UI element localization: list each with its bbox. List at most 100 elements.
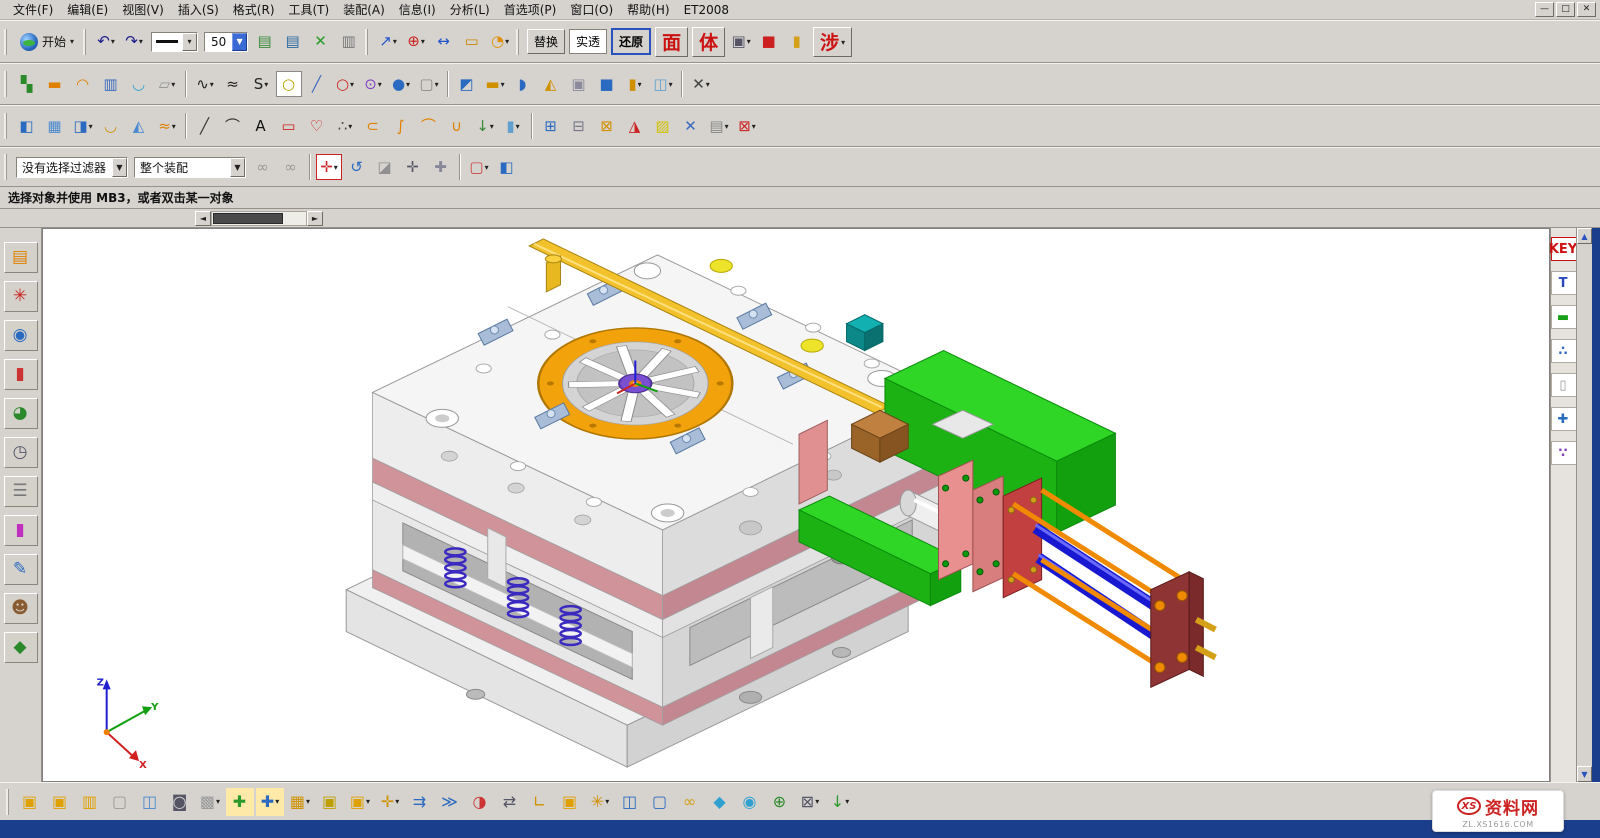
layer-settings-icon[interactable]: ▤ <box>280 29 306 55</box>
wave-interface-icon[interactable]: ◉ <box>736 788 764 816</box>
sync-modeling-icon[interactable]: ✕▾ <box>688 71 714 97</box>
orange-plate-icon[interactable]: ▬ <box>42 71 68 97</box>
text-tool-icon[interactable]: A <box>248 113 274 139</box>
clearance-icon[interactable]: ▢ <box>646 788 674 816</box>
promote-body-icon[interactable]: ▤▾ <box>706 113 732 139</box>
patch-icon[interactable]: ▨ <box>650 113 676 139</box>
scale-spinner[interactable]: 50 ▼ <box>204 32 248 52</box>
curve-tool-icon[interactable]: ≈ <box>220 71 246 97</box>
layer-move-icon[interactable]: ▥ <box>336 29 362 55</box>
scroll-up-icon[interactable]: ▲ <box>1577 228 1592 244</box>
menu-window[interactable]: 窗口(O) <box>563 0 620 19</box>
roles-gradient-icon[interactable]: ▮ <box>4 515 38 546</box>
scroll-left-icon[interactable]: ◄ <box>195 211 211 226</box>
history-icon[interactable]: ◷ <box>4 437 38 468</box>
measure-point-icon[interactable]: ⊕▾ <box>403 29 429 55</box>
mold-wizard-icon[interactable]: ▚ <box>14 71 40 97</box>
ellipse-icon[interactable]: ○ <box>276 71 302 97</box>
spinner-down-icon[interactable]: ▼ <box>232 33 247 51</box>
limit-block[interactable] <box>847 315 883 351</box>
scroll-down-icon[interactable]: ▼ <box>1577 766 1592 782</box>
thermometer-icon[interactable]: ▮ <box>4 359 38 390</box>
browser-icon[interactable]: ◕ <box>4 398 38 429</box>
cluster-icon[interactable]: ∵ <box>1551 441 1577 465</box>
menu-file[interactable]: 文件(F) <box>6 0 60 19</box>
boss-icon[interactable]: ◭ <box>538 71 564 97</box>
ribs-icon[interactable]: ▥ <box>98 71 124 97</box>
touch-icon[interactable]: ◆ <box>4 632 38 663</box>
menu-help[interactable]: 帮助(H) <box>620 0 676 19</box>
part-navigator-icon[interactable]: ◉ <box>4 320 38 351</box>
open-component-icon[interactable]: ▣ <box>46 788 74 816</box>
mirror-assembly-icon[interactable]: ◑ <box>466 788 494 816</box>
chevron-down-icon[interactable]: ▾ <box>182 33 197 51</box>
body-button[interactable]: 体 <box>692 27 725 57</box>
menu-analysis[interactable]: 分析(L) <box>443 0 497 19</box>
bridge-curve-icon[interactable]: ⌒ <box>416 113 442 139</box>
circle-icon[interactable]: ○▾ <box>332 71 358 97</box>
sketch-line-icon[interactable]: ╱ <box>192 113 218 139</box>
rotate-view-icon[interactable]: ↺ <box>344 154 370 180</box>
users-icon[interactable]: ☻ <box>4 593 38 624</box>
cone-surface-icon[interactable]: ◭ <box>126 113 152 139</box>
relations-icon[interactable]: ⊕ <box>766 788 794 816</box>
shaded-tool-icon[interactable]: ◪ <box>372 154 398 180</box>
capture-icon[interactable]: ◙ <box>166 788 194 816</box>
primitives-icon[interactable]: ●▾ <box>388 71 414 97</box>
wave-surface-icon[interactable]: ≈▾ <box>154 113 180 139</box>
spline-icon[interactable]: S▾ <box>248 71 274 97</box>
chevron-down-icon[interactable]: ▼ <box>230 158 245 177</box>
end-plate[interactable] <box>1151 572 1216 688</box>
translucent-button[interactable]: 实透 <box>569 29 607 54</box>
wave-link-icon[interactable]: ∞ <box>676 788 704 816</box>
unite-icon[interactable]: ⊞ <box>538 113 564 139</box>
drag-tool-icon[interactable]: ✚ <box>428 154 454 180</box>
v-scrollbar[interactable]: ▲ ▼ <box>1576 228 1592 782</box>
copy-display-icon[interactable]: ▣▾ <box>728 29 754 55</box>
plus-tool-icon[interactable]: ✚ <box>1551 407 1577 431</box>
red-cube-icon[interactable]: ■ <box>756 29 782 55</box>
capsule-icon[interactable]: ▬ <box>1551 305 1577 329</box>
menu-format[interactable]: 格式(R) <box>226 0 282 19</box>
emboss-icon[interactable]: ◮ <box>622 113 648 139</box>
toolbar-grip[interactable] <box>4 71 9 97</box>
tube-icon[interactable]: ▯ <box>1551 373 1577 397</box>
yellow-plug[interactable] <box>710 259 732 272</box>
menu-insert[interactable]: 插入(S) <box>171 0 226 19</box>
h-scrollbar[interactable] <box>211 211 307 226</box>
annotation-icon[interactable]: ✎ <box>4 554 38 585</box>
replace-button[interactable]: 替换 <box>527 29 565 54</box>
menu-assemblies[interactable]: 装配(A) <box>336 0 392 19</box>
through-mesh-icon[interactable]: ▦ <box>42 113 68 139</box>
revolve-icon[interactable]: ◗ <box>510 71 536 97</box>
scroll-right-icon[interactable]: ► <box>307 211 323 226</box>
intersect-icon[interactable]: ⊠ <box>594 113 620 139</box>
slider-retainer-plate[interactable] <box>799 420 827 504</box>
revert-button[interactable]: 还原 <box>611 28 651 55</box>
point-icon[interactable]: ⊙▾ <box>360 71 386 97</box>
yellow-plug[interactable] <box>801 339 823 352</box>
freeform-icon[interactable]: ◡ <box>126 71 152 97</box>
toolbar-grip[interactable] <box>4 154 9 180</box>
rectangle-icon[interactable]: ▭ <box>276 113 302 139</box>
shell-icon[interactable]: ◫▾ <box>650 71 676 97</box>
rotary-core-disc[interactable] <box>538 328 732 439</box>
hide-component-icon[interactable]: ▢ <box>106 788 134 816</box>
she-button[interactable]: 涉 ▾ <box>813 27 852 57</box>
iso-cube-icon[interactable]: ◧ <box>494 154 520 180</box>
redo-icon[interactable]: ↷▾ <box>121 29 147 55</box>
gem-icon[interactable]: ◆ <box>706 788 734 816</box>
layer-category-icon[interactable]: ✕ <box>308 29 334 55</box>
menu-view[interactable]: 视图(V) <box>115 0 171 19</box>
toolbar-grip[interactable] <box>6 789 11 815</box>
project-curve-icon[interactable]: ↓▾ <box>472 113 498 139</box>
marquee-select-icon[interactable]: ▢▾ <box>466 154 492 180</box>
move-component-icon[interactable]: ✛▾ <box>376 788 404 816</box>
toolbar-grip[interactable] <box>365 29 370 55</box>
menu-tools[interactable]: 工具(T) <box>282 0 337 19</box>
cylinder-feature-icon[interactable]: ▮▾ <box>622 71 648 97</box>
layer-stack-icon[interactable]: ▤ <box>252 29 278 55</box>
show-constraints-icon[interactable]: ▣ <box>556 788 584 816</box>
edit-arrangement-icon[interactable]: ▣▾ <box>346 788 374 816</box>
block-icon[interactable]: ▢▾ <box>416 71 442 97</box>
